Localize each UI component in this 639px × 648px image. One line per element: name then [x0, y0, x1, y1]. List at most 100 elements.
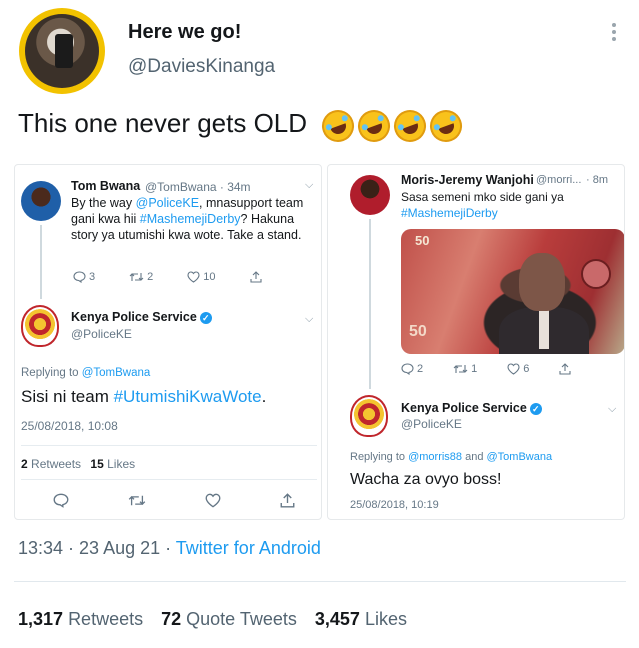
screenshot-left: Tom Bwana @TomBwana · 34m ⌵ By the way @…	[14, 164, 322, 520]
reply-action	[53, 493, 72, 508]
reply-count: 3	[89, 271, 96, 283]
retweets-label: Retweets	[31, 457, 82, 471]
tweet-author-name: Tom Bwana	[71, 179, 141, 193]
tweet-author-name: Moris-Jeremy Wanjohi	[401, 173, 534, 187]
reply-date: 25/08/2018, 10:19	[350, 499, 439, 511]
emoji-row	[317, 105, 467, 147]
replying-to-mention: @morris88	[408, 451, 463, 463]
reply-author-handle: @PoliceKE	[71, 327, 132, 341]
reply-action: 3	[73, 271, 95, 283]
retweet-action: 2	[129, 271, 153, 283]
retweet-icon	[453, 365, 468, 373]
retweet-action: 1	[453, 363, 477, 375]
reply-author-name: Kenya Police Service ✓	[71, 310, 212, 324]
reply-icon	[401, 363, 414, 375]
hashtag-link: #MashemejiDerby	[139, 212, 241, 226]
source-link[interactable]: Twitter for Android	[176, 538, 321, 558]
retweet-count: 1	[471, 363, 478, 375]
chevron-down-icon: ⌵	[608, 403, 617, 415]
reply-text: Sisi ni team #UtumishiKwaWote.	[21, 387, 266, 407]
tweet-header: Here we go! @DaviesKinanga	[12, 6, 627, 98]
retweets-count: 1,317	[18, 609, 64, 629]
like-count: 6	[523, 363, 530, 375]
banknote-value: 50	[409, 323, 427, 340]
verified-badge-icon: ✓	[529, 402, 542, 415]
tweet-body: Sasa semeni mko side gani ya #MashemejiD…	[401, 189, 621, 221]
likes-count: 15	[90, 457, 104, 471]
attached-image[interactable]: Tom Bwana @TomBwana · 34m ⌵ By the way @…	[14, 164, 625, 520]
replying-label: Replying to	[350, 451, 409, 463]
tweet-actions: 2 1 6	[401, 363, 608, 375]
likes-count: 3,457	[314, 609, 360, 629]
retweets-label: Retweets	[68, 609, 144, 629]
likes-label: Likes	[364, 609, 407, 629]
reply-icon	[53, 493, 69, 508]
retweet-icon	[128, 495, 146, 506]
tweet-actions: 3 2 10	[73, 271, 299, 283]
mention-link: @PoliceKE	[135, 196, 200, 210]
reply-date: 25/08/2018, 10:08	[21, 419, 118, 433]
more-options-icon[interactable]	[609, 20, 619, 48]
share-icon	[249, 271, 262, 283]
replying-and: and	[462, 451, 487, 463]
rolling-laughing-emoji-icon	[353, 105, 395, 147]
replying-to-mention: @TomBwana	[81, 367, 151, 379]
retweet-icon	[129, 273, 144, 281]
share-action	[559, 363, 574, 375]
like-count: 10	[203, 271, 216, 283]
heart-icon	[205, 493, 221, 508]
reply-count: 2	[417, 363, 424, 375]
engagement-stats: 1,317 Retweets 72 Quote Tweets 3,457 Lik…	[18, 609, 425, 630]
reply-actions	[53, 493, 321, 508]
tweet-body-part: By the way	[71, 196, 136, 210]
replying-to: Replying to @morris88 and @TomBwana	[350, 451, 552, 463]
thread-line	[369, 219, 371, 389]
retweets-count: 2	[21, 457, 28, 471]
reply-stats: 2 Retweets 15 Likes	[21, 457, 135, 471]
author-handle[interactable]: @DaviesKinanga	[128, 56, 275, 78]
heart-icon	[507, 363, 520, 375]
thread-line	[40, 225, 42, 299]
avatar-photo	[25, 14, 99, 88]
quote-tweets-stat[interactable]: 72 Quote Tweets	[161, 609, 297, 630]
screenshot-right: Moris-Jeremy Wanjohi @morri... · 8m Sasa…	[327, 164, 625, 520]
hashtag-link: #UtumishiKwaWote	[113, 387, 262, 406]
share-icon	[559, 363, 571, 375]
moris-avatar	[350, 175, 390, 215]
tweet-time: · 8m	[586, 174, 608, 186]
rolling-laughing-emoji-icon	[317, 105, 359, 147]
divider	[21, 445, 317, 446]
reply-icon	[73, 271, 86, 283]
rolling-laughing-emoji-icon	[389, 105, 431, 147]
author-avatar[interactable]	[19, 8, 105, 94]
replying-to-mention: @TomBwana	[486, 451, 553, 463]
author-display-name[interactable]: Here we go!	[128, 21, 241, 44]
replying-label: Replying to	[21, 367, 82, 379]
chevron-down-icon: ⌵	[305, 179, 314, 191]
divider	[21, 479, 317, 480]
like-action: 6	[507, 363, 529, 375]
likes-label: Likes	[107, 457, 136, 471]
chevron-down-icon: ⌵	[305, 313, 314, 325]
quote-tweets-count: 72	[161, 609, 182, 629]
rolling-laughing-emoji-icon	[425, 105, 467, 147]
tweet-text-content: This one never gets OLD	[18, 108, 308, 138]
verified-badge-icon: ✓	[199, 311, 212, 324]
tweet-timestamp: 13:34 · 23 Aug 21 · Twitter for Android	[18, 538, 321, 559]
kenya-police-logo	[350, 395, 388, 437]
retweets-stat[interactable]: 1,317 Retweets	[18, 609, 143, 630]
reply-author-name-text: Kenya Police Service	[401, 401, 527, 415]
reply-author-handle: @PoliceKE	[401, 417, 462, 431]
replying-to: Replying to @TomBwana	[21, 367, 150, 379]
share-icon	[280, 493, 295, 508]
likes-stat[interactable]: 3,457 Likes	[315, 609, 407, 630]
share-action	[249, 271, 265, 283]
reply-text: Wacha za ovyo boss!	[350, 471, 502, 488]
banknote-image: 50 50	[401, 229, 624, 354]
reply-action: 2	[401, 363, 423, 375]
hashtag-link: #MashemejiDerby	[401, 206, 498, 220]
retweet-action	[128, 493, 149, 508]
reply-text-part: .	[261, 387, 267, 406]
tweet-body-text: Sasa semeni mko side gani ya	[401, 190, 564, 204]
reply-text-part: Sisi ni team	[21, 387, 114, 406]
